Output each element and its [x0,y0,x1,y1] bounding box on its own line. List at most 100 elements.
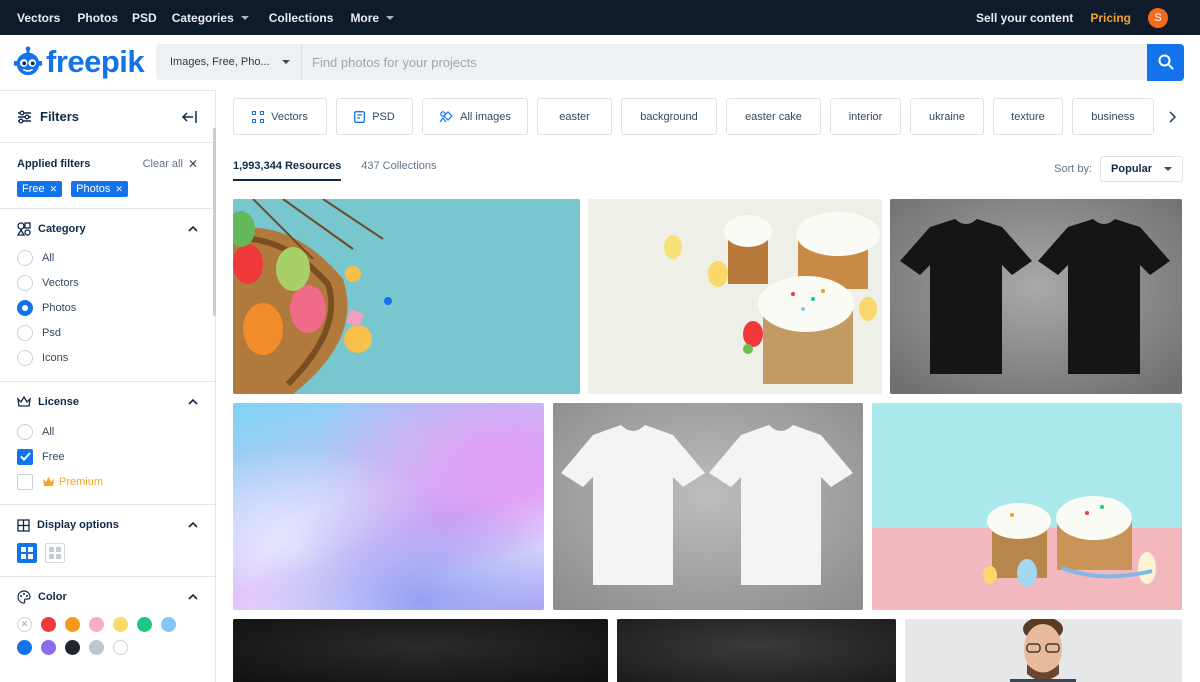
chevron-right-icon [1168,111,1176,123]
header: freepik Images, Free, Pho... [0,35,1200,90]
tag-vectors[interactable]: Vectors [233,98,327,135]
checkbox[interactable] [17,473,33,490]
result-image-portrait[interactable] [905,619,1182,682]
color-header[interactable]: Color [17,589,198,605]
category-option-all[interactable]: All [17,245,198,270]
color-swatch-blue[interactable] [17,640,32,655]
filter-chip-free[interactable]: Free ✕ [17,181,63,197]
color-swatch-purple[interactable] [41,640,56,655]
tag-business[interactable]: business [1072,98,1154,135]
chevron-up-icon [188,594,198,600]
dark-texture-image [617,619,896,682]
sort-dropdown[interactable]: Popular [1100,156,1183,182]
filters-icon [18,110,31,123]
result-image-black-tshirts[interactable] [890,199,1182,394]
sell-content-link[interactable]: Sell your content [976,11,1073,25]
sort-label: Sort by: [1054,163,1093,175]
category-option-photos[interactable]: Photos [17,295,198,320]
vectors-icon [252,110,265,123]
radio[interactable] [17,349,33,366]
layout-grid-button[interactable] [45,543,65,563]
tag-psd[interactable]: PSD [336,98,413,135]
category-option-psd[interactable]: Psd [17,320,198,345]
result-image-dark-texture-2[interactable] [617,619,896,682]
search-button[interactable] [1147,43,1184,81]
color-swatch-orange[interactable] [65,617,80,632]
close-icon: ✕ [49,183,58,194]
license-option-free[interactable]: Free [17,444,198,469]
tag-all-images[interactable]: All images [422,98,528,135]
sidebar-scrollbar[interactable] [213,128,216,316]
color-title: Color [38,591,67,603]
license-option-all[interactable]: All [17,419,198,444]
nav-vectors[interactable]: Vectors [17,11,60,25]
nav-psd[interactable]: PSD [132,11,157,25]
category-option-vectors[interactable]: Vectors [17,270,198,295]
logo-text: freepik [46,44,145,79]
nav-photos[interactable]: Photos [77,11,118,25]
category-option-icons[interactable]: Icons [17,345,198,370]
white-tshirts-image [553,403,863,610]
radio-selected[interactable] [17,299,33,316]
tag-easter[interactable]: easter [537,98,612,135]
freepik-logo[interactable]: freepik [12,44,145,80]
search-input[interactable] [302,44,1147,80]
checkmark-icon [19,452,31,461]
tag-background[interactable]: background [621,98,717,135]
man-portrait-image [905,619,1182,682]
result-image-gradient[interactable] [233,403,544,610]
color-swatch-yellow[interactable] [113,617,128,632]
color-swatch-none[interactable]: ✕ [17,617,32,632]
license-option-premium[interactable]: Premium [17,469,198,494]
radio[interactable] [17,249,33,266]
color-swatch-red[interactable] [41,617,56,632]
avatar[interactable]: S [1148,7,1168,28]
tag-interior[interactable]: interior [830,98,901,135]
sort-control: Sort by: Popular [1054,156,1183,182]
color-swatch-black[interactable] [65,640,80,655]
premium-crown-icon [43,477,54,486]
result-image-easter-basket[interactable] [233,199,580,394]
related-tags: Vectors PSD All images easter background… [233,98,1154,135]
layout-masonry-button[interactable] [17,543,37,563]
tag-easter-cake[interactable]: easter cake [726,98,821,135]
color-swatch-green[interactable] [137,617,152,632]
nav-more[interactable]: More [350,11,395,25]
tab-resources[interactable]: 1,993,344 Resources [233,160,342,181]
checkbox-checked[interactable] [17,448,33,465]
grid-large-icon [21,547,33,559]
search-type-label: Images, Free, Pho... [170,56,270,68]
result-image-easter-cakes-pastel[interactable] [872,403,1182,610]
nav-collections[interactable]: Collections [269,11,334,25]
radio[interactable] [17,274,33,291]
pricing-link[interactable]: Pricing [1090,11,1131,25]
chevron-up-icon [188,226,198,232]
black-tshirts-image [890,199,1182,394]
tag-ukraine[interactable]: ukraine [910,98,984,135]
nav-categories[interactable]: Categories [172,11,249,25]
clear-all-button[interactable]: Clear all ✕ [143,157,198,171]
color-swatch-gray[interactable] [89,640,104,655]
tags-next-button[interactable] [1160,107,1184,127]
tag-texture[interactable]: texture [993,98,1063,135]
collapse-sidebar-icon[interactable] [181,110,198,124]
applied-filters-label: Applied filters [17,158,91,170]
result-image-easter-cakes[interactable] [588,199,882,394]
result-image-dark-texture-1[interactable] [233,619,608,682]
filter-chip-photos[interactable]: Photos ✕ [71,181,128,197]
radio[interactable] [17,423,33,440]
display-options-header[interactable]: Display options [17,517,198,533]
color-swatch-white[interactable] [113,640,128,655]
search-type-dropdown[interactable]: Images, Free, Pho... [156,44,302,80]
tab-collections[interactable]: 437 Collections [361,160,436,181]
category-section: Category All Vectors Photos Psd Icons [0,209,215,382]
license-header[interactable]: License [17,394,198,410]
result-image-white-tshirts[interactable] [553,403,863,610]
radio[interactable] [17,324,33,341]
grid-small-icon [49,547,61,559]
close-icon: ✕ [187,157,198,171]
category-header[interactable]: Category [17,221,198,237]
chevron-down-icon [240,15,249,20]
color-swatch-lightblue[interactable] [161,617,176,632]
color-swatch-pink[interactable] [89,617,104,632]
